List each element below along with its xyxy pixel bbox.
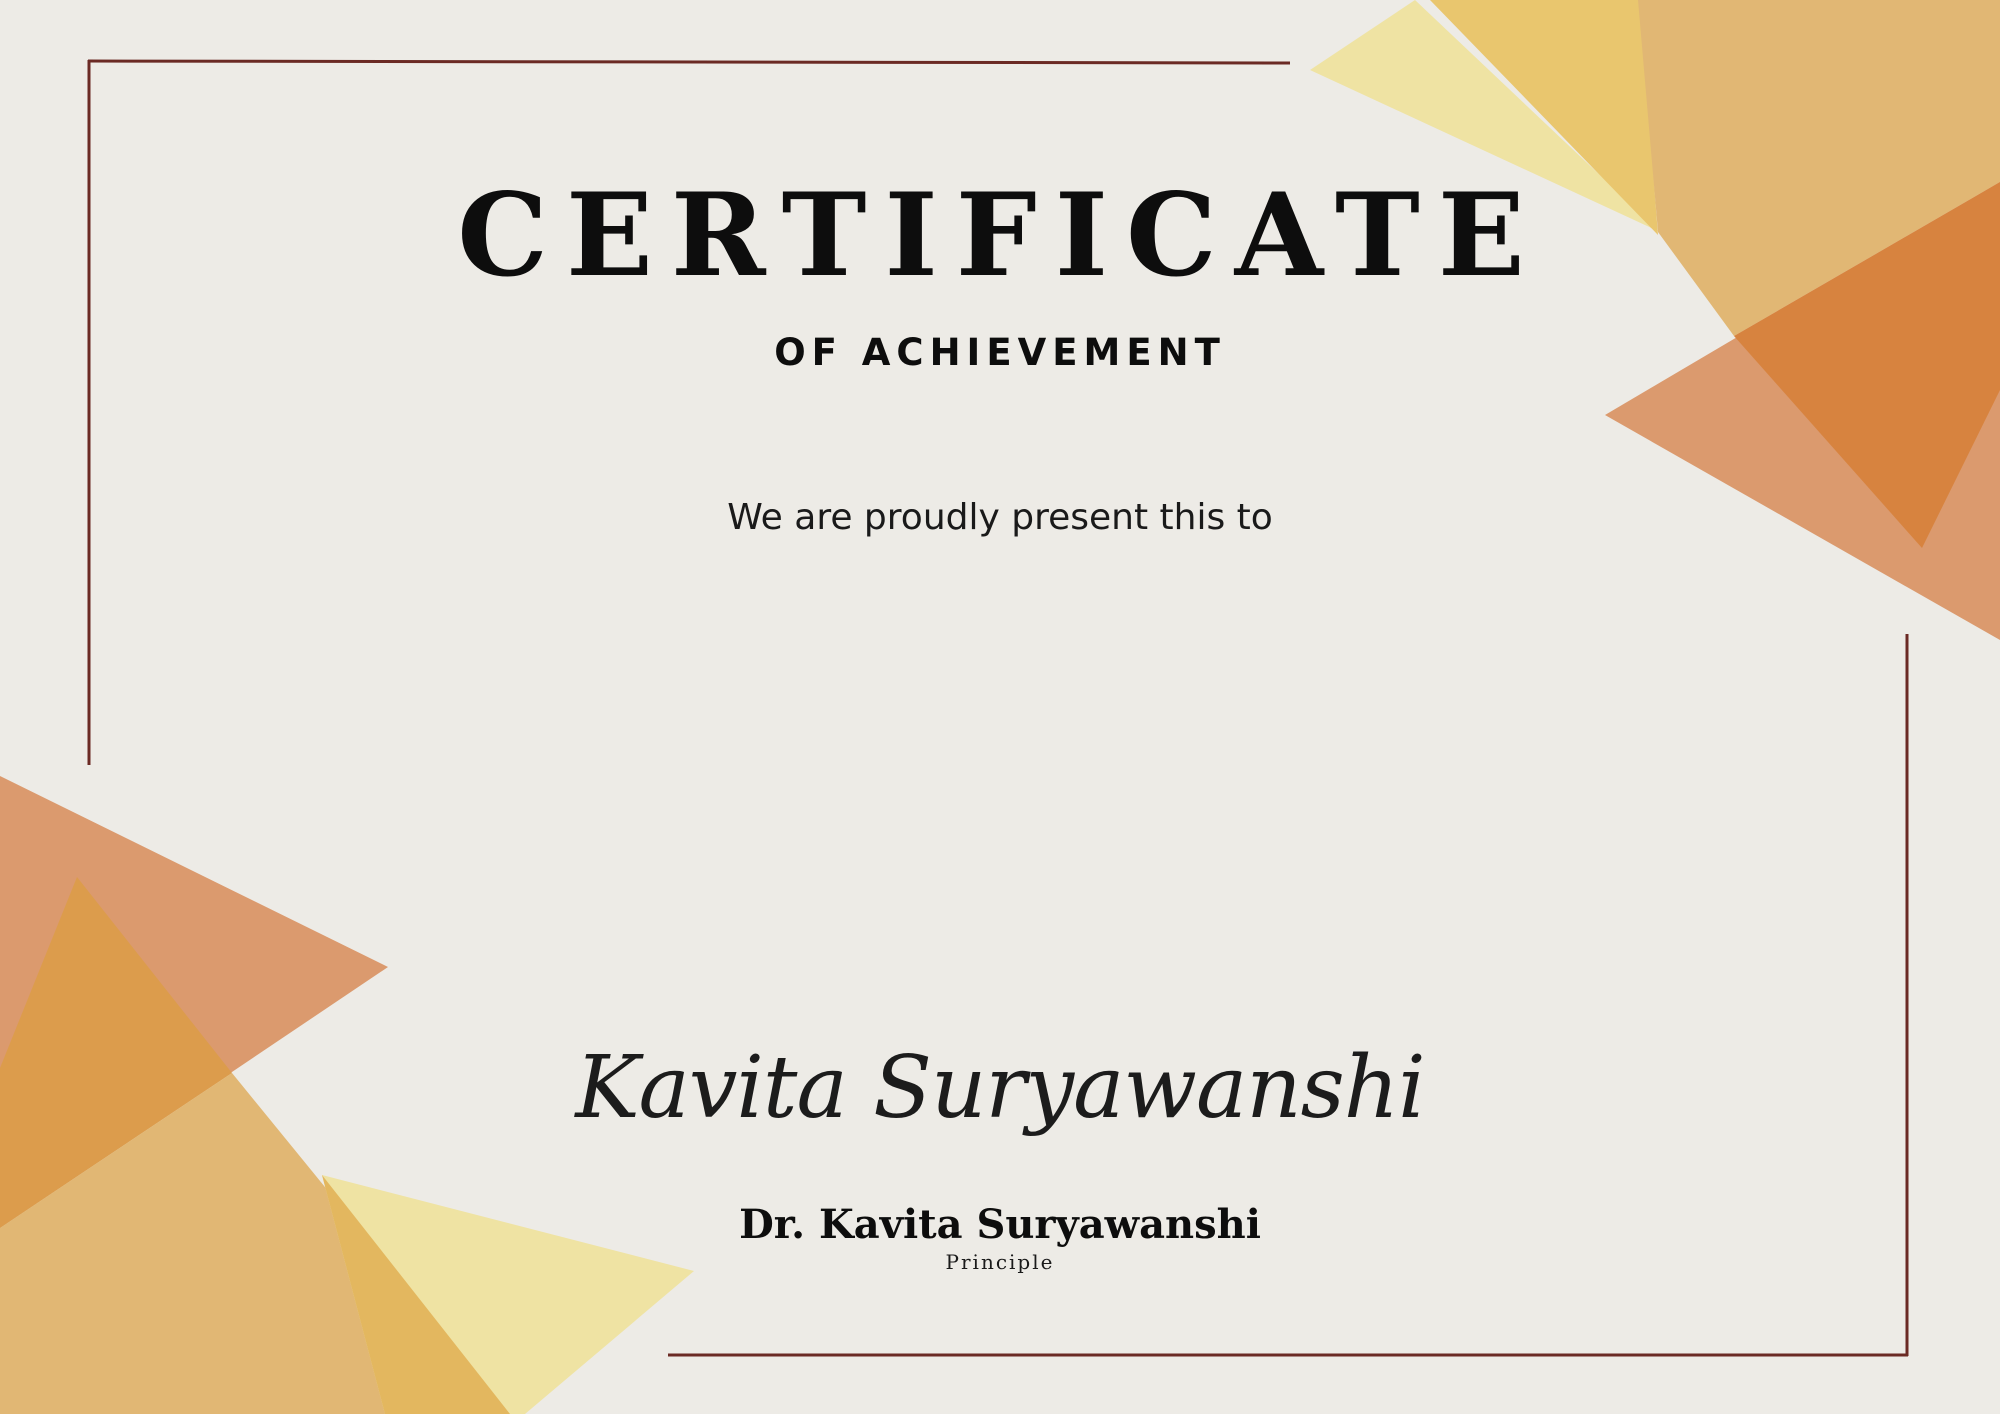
border-top-line [87,59,1291,65]
certificate-subtitle: OF ACHIEVEMENT [774,331,1226,374]
presentation-text: We are proudly present this to [727,497,1273,538]
certificate-page: CERTIFICATE OF ACHIEVEMENT We are proudl… [0,0,2000,1414]
signer-name: Dr. Kavita Suryawanshi [739,1201,1261,1248]
signer-role: Principle [945,1250,1055,1274]
certificate-title: CERTIFICATE [457,168,1543,302]
handwritten-signature: Kavita Suryawanshi [575,1038,1425,1138]
